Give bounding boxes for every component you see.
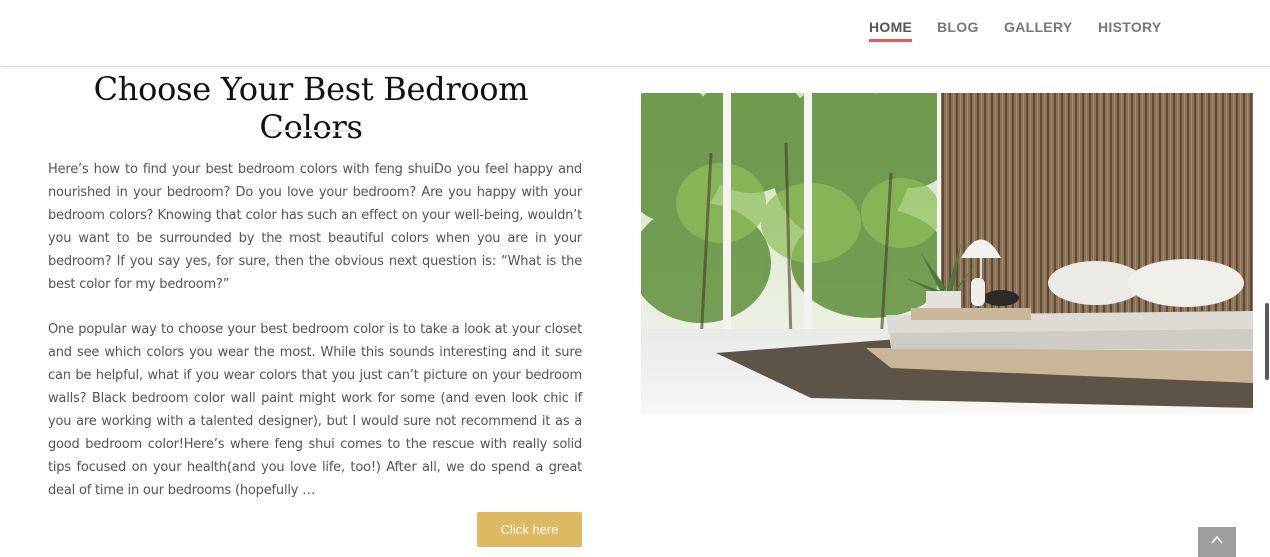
article-title: Choose Your Best Bedroom Colors (93, 70, 529, 146)
title-divider (267, 130, 355, 132)
nav-gallery[interactable]: GALLERY (1004, 19, 1072, 35)
article-paragraph-2: One popular way to choose your best bedr… (48, 322, 582, 498)
scroll-to-top-button[interactable] (1198, 527, 1236, 557)
click-here-button[interactable]: Click here (477, 512, 582, 547)
nav-blog[interactable]: BLOG (937, 19, 979, 35)
page-scrollbar[interactable] (1265, 303, 1269, 380)
bedroom-photo (641, 93, 1253, 414)
nav-history[interactable]: HISTORY (1098, 19, 1162, 35)
bedroom-illustration (641, 93, 1253, 414)
article-paragraph-1: Here’s how to find your best bedroom col… (48, 162, 582, 292)
chevron-up-icon (1210, 533, 1224, 551)
nav-home[interactable]: HOME (869, 19, 913, 42)
top-navigation-bar: HOME BLOG GALLERY HISTORY (0, 0, 1270, 67)
